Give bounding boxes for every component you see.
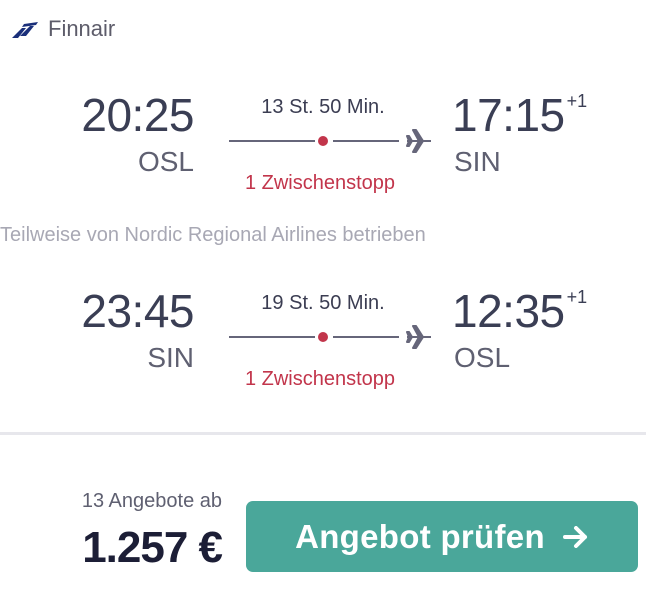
arrow-right-icon: [562, 525, 587, 548]
return-arrival: 12:35 +1: [452, 284, 587, 338]
outbound-stops: 1 Zwischenstopp: [244, 172, 396, 194]
route-line: [333, 336, 399, 338]
airline-name: Finnair: [48, 16, 116, 41]
return-arrive-code: OSL: [454, 342, 511, 373]
outbound-duration: 13 St. 50 Min.: [261, 96, 385, 118]
plane-icon: [406, 129, 431, 153]
return-duration: 19 St. 50 Min.: [261, 292, 385, 314]
return-arrive-time: 12:35: [452, 285, 565, 337]
stop-dot: [318, 332, 328, 342]
airline-header: Finnair: [10, 14, 115, 44]
offers-count: 13 Angebote ab: [81, 490, 222, 512]
stop-dot: [318, 136, 328, 146]
finnair-logo-icon: [12, 22, 38, 38]
price: 1.257 €: [82, 523, 223, 572]
return-depart-time: 23:45: [81, 285, 194, 337]
outbound-arrive-code: SIN: [454, 146, 501, 177]
plane-icon: [406, 325, 431, 349]
return-stops: 1 Zwischenstopp: [244, 368, 396, 390]
check-offer-button[interactable]: Angebot prüfen: [246, 501, 638, 572]
return-day-offset: +1: [566, 287, 588, 307]
route-line: [229, 140, 315, 142]
divider: [0, 432, 646, 435]
outbound-day-offset: +1: [566, 91, 588, 111]
outbound-arrive-time: 17:15: [452, 89, 565, 141]
route-line: [333, 140, 399, 142]
route-line: [229, 336, 315, 338]
operated-by-note: Teilweise von Nordic Regional Airlines b…: [0, 224, 426, 246]
outbound-arrival: 17:15 +1: [452, 88, 587, 142]
outbound-depart-code: OSL: [137, 146, 194, 177]
return-depart-code: SIN: [147, 342, 194, 373]
outbound-depart-time: 20:25: [81, 89, 194, 141]
check-offer-label: Angebot prüfen: [295, 517, 545, 555]
